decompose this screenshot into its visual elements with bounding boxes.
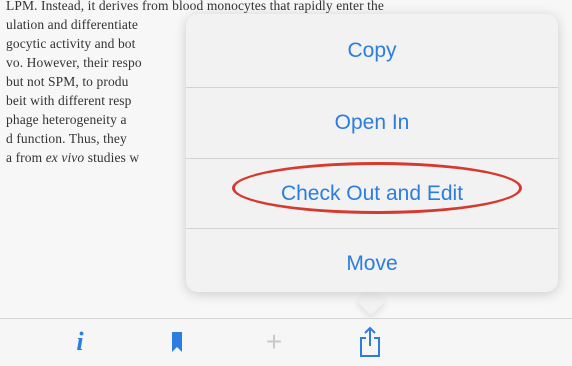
info-icon: i (76, 327, 84, 356)
document-line: d function. Thus, they (6, 131, 127, 146)
document-line: vo. However, their respo (6, 55, 142, 70)
document-line: gocytic activity and bot (6, 36, 136, 51)
share-button[interactable] (353, 325, 387, 359)
document-line: a from ex vivo studies w (6, 150, 139, 166)
document-line: beit with different resp (6, 93, 132, 108)
plus-icon: + (265, 326, 283, 357)
document-line: but not SPM, to produ (6, 74, 129, 89)
document-line-italic: ex vivo (45, 150, 85, 165)
move-button[interactable]: Move (186, 229, 558, 292)
bookmark-icon (172, 332, 182, 352)
document-line: ulation and differentiate (6, 17, 138, 32)
bookmark-button[interactable] (160, 325, 194, 359)
action-popover: Copy Open In Check Out and Edit Move (186, 14, 558, 292)
copy-button[interactable]: Copy (186, 16, 558, 86)
document-line-part: studies w (84, 150, 140, 165)
add-button[interactable]: + (257, 325, 291, 359)
document-line: phage heterogeneity a (6, 112, 127, 127)
check-out-and-edit-button[interactable]: Check Out and Edit (186, 159, 558, 229)
info-button[interactable]: i (63, 325, 97, 359)
bottom-toolbar: i + (0, 318, 572, 366)
document-line-part: a from (6, 150, 46, 165)
document-line: LPM. Instead, it derives from blood mono… (6, 0, 384, 13)
open-in-button[interactable]: Open In (186, 88, 558, 158)
share-icon (360, 326, 380, 357)
